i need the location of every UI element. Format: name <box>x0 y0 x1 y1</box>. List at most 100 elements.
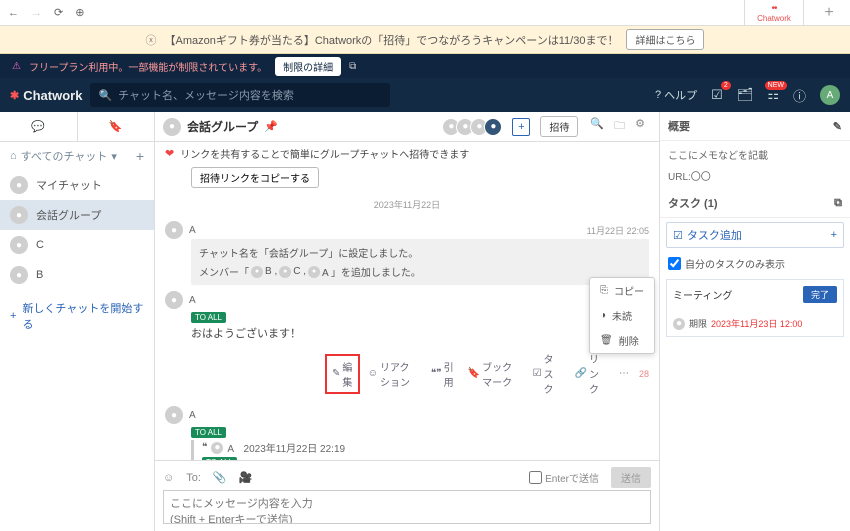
warning-icon: ⚠ <box>12 61 21 72</box>
to-all-badge: TO ALL <box>191 427 226 438</box>
app-logo[interactable]: ✱ Chatwork <box>10 88 82 103</box>
sidebar-item-label: B <box>36 269 43 281</box>
assignee-avatar-icon: ● <box>673 318 685 330</box>
plan-warning-bar: ⚠ フリープラン利用中。一部機能が制限されています。 制限の詳細 ⧉ <box>0 54 850 78</box>
expand-tasks-icon[interactable]: ⧉ <box>834 197 842 210</box>
enter-checkbox[interactable] <box>529 471 542 484</box>
avatar-icon: ● <box>165 221 183 239</box>
sidebar-item-label: 会話グループ <box>36 207 101 223</box>
live-button[interactable]: 🎥 <box>239 471 253 484</box>
search-placeholder: チャット名、メッセージ内容を検索 <box>118 87 294 103</box>
notifications-icon[interactable]: ⚏ <box>767 87 779 103</box>
sidebar-tab-chats[interactable]: 💬 <box>0 112 78 141</box>
smile-icon: ☺ <box>368 368 378 379</box>
nav-reload-icon[interactable]: ⟳ <box>54 6 63 19</box>
add-member-button[interactable]: + <box>512 118 530 136</box>
my-tasks-filter[interactable]: 自分のタスクのみ表示 <box>660 252 850 275</box>
ctx-copy[interactable]: ⎘コピー <box>590 278 654 303</box>
help-button[interactable]: ?ヘルプ <box>655 87 697 103</box>
quote-icon: ❝❞ <box>431 368 442 379</box>
quote-meta: A 2023年11月22日 22:19 <box>227 440 345 455</box>
folder-icon[interactable]: 🗀 <box>614 117 625 136</box>
task-add-button[interactable]: ☑タスク追加 + <box>666 222 844 248</box>
task-card[interactable]: ミーティング 完了 ● 期限 2023年11月23日 12:00 <box>666 279 844 337</box>
msg-quote-button[interactable]: ❝❞引用 <box>425 355 460 393</box>
search-chat-icon[interactable]: 🔍 <box>590 117 604 136</box>
message-context-menu: ⎘コピー ◑未読 🗑削除 <box>589 277 655 354</box>
task-icon: ☑ <box>533 368 542 379</box>
global-search[interactable]: 🔍 チャット名、メッセージ内容を検索 <box>90 83 390 107</box>
mention-button[interactable]: To: <box>186 472 201 484</box>
attach-button[interactable]: 📎 <box>213 471 227 484</box>
warning-text: フリープラン利用中。一部機能が制限されています。 <box>29 59 267 74</box>
home-icon: ⌂ <box>10 150 17 162</box>
sidebar-tab-bookmarks[interactable]: 🔖 <box>78 112 155 141</box>
task-icon[interactable]: ☑ <box>711 87 723 103</box>
msg-reaction-button[interactable]: ☺リアクション <box>362 355 423 393</box>
avatar-icon: ● <box>165 291 183 309</box>
banner-close-icon[interactable]: ⓧ <box>146 32 157 48</box>
msg-edit-button[interactable]: ✎編集 <box>325 354 360 394</box>
member-avatars[interactable]: ●●●● <box>446 118 502 136</box>
help-label: ヘルプ <box>664 87 697 103</box>
all-chats-label[interactable]: すべてのチャット <box>21 148 108 164</box>
msg-task-button[interactable]: ☑タスク <box>527 347 567 400</box>
gear-icon[interactable]: ⚙ <box>635 117 645 136</box>
nav-download-icon[interactable]: ⊕ <box>75 6 84 19</box>
sidebar-item-b[interactable]: ● B <box>0 260 154 290</box>
trash-icon: 🗑 <box>600 335 613 346</box>
enter-to-send-toggle[interactable]: Enterで送信 <box>529 470 599 485</box>
plus-icon: + <box>831 229 837 241</box>
copy-icon: ⎘ <box>600 285 608 296</box>
msg-more-button[interactable]: ⋯ <box>613 364 635 383</box>
contacts-icon[interactable]: 🗂 <box>737 87 754 103</box>
copy-invite-link-button[interactable]: 招待リンクをコピーする <box>191 167 319 188</box>
to-all-badge: TO ALL <box>202 457 237 460</box>
new-chat-label: 新しくチャットを開始する <box>22 300 144 332</box>
tab-label: Chatwork <box>757 14 791 23</box>
sidebar-item-group[interactable]: ● 会話グループ <box>0 200 154 230</box>
search-icon: 🔍 <box>98 89 112 102</box>
task-title: ミーティング <box>673 287 732 302</box>
unread-icon: ◑ <box>600 310 606 321</box>
banner-detail-button[interactable]: 詳細はこちら <box>626 29 704 50</box>
msg-link-button[interactable]: 🔗リンク <box>569 347 611 400</box>
ctx-unread[interactable]: ◑未読 <box>590 303 654 328</box>
avatar-icon: ● <box>165 406 183 424</box>
external-link-icon[interactable]: ⧉ <box>349 61 356 72</box>
my-tasks-checkbox[interactable] <box>668 257 681 270</box>
sidebar-item-c[interactable]: ● C <box>0 230 154 260</box>
send-button[interactable]: 送信 <box>611 467 651 488</box>
info-icon[interactable]: ⓘ <box>793 86 806 105</box>
link-icon: 🔗 <box>575 368 587 379</box>
msg-time: 11月22日 22:05 <box>587 224 649 237</box>
msg-bookmark-button[interactable]: 🔖ブックマーク <box>462 355 525 393</box>
pin-icon[interactable]: 📌 <box>264 120 278 133</box>
sender-name: A <box>189 410 196 421</box>
heart-icon: ❤ <box>165 147 174 160</box>
browser-tab-chatwork[interactable]: •• Chatwork <box>744 0 804 25</box>
task-complete-button[interactable]: 完了 <box>803 286 837 303</box>
warning-detail-button[interactable]: 制限の詳細 <box>275 57 341 76</box>
nav-fwd-icon[interactable]: → <box>31 7 42 19</box>
ctx-delete[interactable]: 🗑削除 <box>590 328 654 353</box>
add-chat-button[interactable]: + <box>136 148 144 164</box>
message-input[interactable] <box>163 490 651 524</box>
sidebar-item-label: マイチャット <box>36 177 102 193</box>
emoji-button[interactable]: ☺ <box>163 472 174 484</box>
msg-more-count: 28 <box>639 369 649 379</box>
new-tab-button[interactable]: + <box>816 4 842 22</box>
overview-title: 概要 <box>668 118 690 134</box>
chat-avatar-icon: ● <box>163 118 181 136</box>
edit-overview-icon[interactable]: ✎ <box>833 120 842 133</box>
invite-button[interactable]: 招待 <box>540 116 578 137</box>
chat-title: 会話グループ <box>187 118 258 135</box>
sidebar-item-mychat[interactable]: ● マイチャット <box>0 170 154 200</box>
start-new-chat[interactable]: + 新しくチャットを開始する <box>0 290 154 342</box>
plus-icon: + <box>10 310 16 322</box>
user-avatar[interactable]: A <box>820 85 840 105</box>
chevron-down-icon[interactable]: ▾ <box>111 150 117 163</box>
date-separator: 2023年11月22日 <box>155 192 659 217</box>
nav-back-icon[interactable]: ← <box>8 7 19 19</box>
sender-name: A <box>189 295 196 306</box>
